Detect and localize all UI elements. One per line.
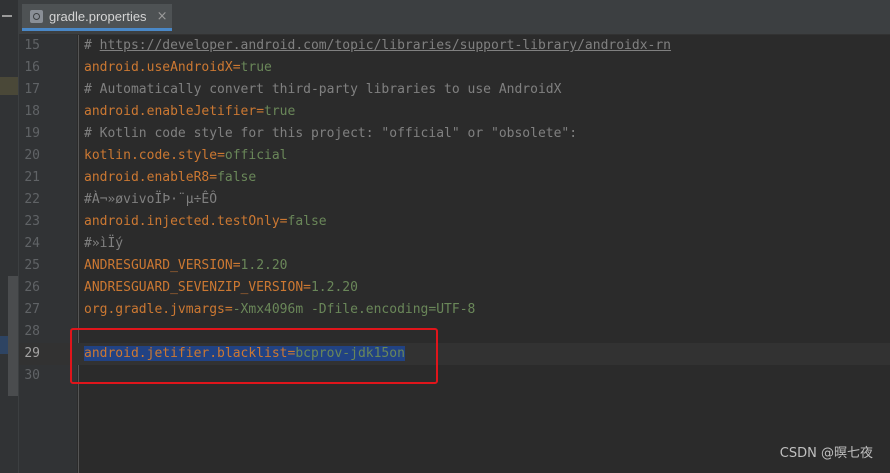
property-equals: =: [209, 170, 218, 185]
property-key: android.useAndroidX: [84, 60, 233, 75]
line-number: 26: [24, 280, 40, 295]
code-text: ANDRESGUARD_VERSION=1.2.20: [84, 255, 288, 277]
property-key: org.gradle.jvmargs: [84, 302, 225, 317]
close-icon[interactable]: ×: [157, 9, 168, 24]
property-key: android.enableR8: [84, 170, 210, 185]
line-number: 30: [24, 368, 40, 383]
code-text: android.enableR8=false: [84, 167, 256, 189]
comment-text: #»ìÏý: [84, 236, 124, 251]
property-value: 1.2.20: [310, 280, 358, 295]
code-line[interactable]: 24 #»ìÏý: [19, 233, 890, 255]
line-number: 22: [24, 192, 40, 207]
code-line[interactable]: 23 android.injected.testOnly=false: [19, 211, 890, 233]
line-number: 28: [24, 324, 40, 339]
property-equals: =: [279, 214, 288, 229]
property-equals: =: [224, 302, 233, 317]
code-line[interactable]: 19 # Kotlin code style for this project:…: [19, 123, 890, 145]
red-highlight-box: [70, 328, 438, 384]
watermark: CSDN @暝七夜: [779, 446, 873, 461]
property-value: official: [224, 148, 288, 163]
code-line[interactable]: 15 # https://developer.android.com/topic…: [19, 35, 890, 57]
line-number: 21: [24, 170, 40, 185]
line-number: 23: [24, 214, 40, 229]
line-number: 16: [24, 60, 40, 75]
property-equals: =: [232, 258, 241, 273]
code-line[interactable]: 16 android.useAndroidX=true: [19, 57, 890, 79]
line-number: 17: [24, 82, 40, 97]
code-line[interactable]: 20 kotlin.code.style=official: [19, 145, 890, 167]
property-value: false: [287, 214, 327, 229]
comment-marker: #: [84, 38, 100, 53]
line-number: 29: [24, 346, 40, 361]
property-equals: =: [303, 280, 311, 295]
property-value: 1.2.20: [240, 258, 288, 273]
code-line[interactable]: 17 # Automatically convert third-party l…: [19, 79, 890, 101]
code-text: # https://developer.android.com/topic/li…: [84, 35, 671, 57]
tab-label: gradle.properties: [49, 8, 147, 24]
property-key: android.injected.testOnly: [84, 214, 280, 229]
comment-text: # Kotlin code style for this project: "o…: [84, 126, 578, 141]
line-number: 24: [24, 236, 40, 251]
property-equals: =: [256, 104, 265, 119]
line-number: 15: [24, 38, 40, 53]
code-text: org.gradle.jvmargs=-Xmx4096m -Dfile.enco…: [84, 299, 475, 321]
property-value: -Xmx4096m -Dfile.encoding=UTF-8: [232, 302, 476, 317]
property-equals: =: [232, 60, 241, 75]
code-line[interactable]: 26 ANDRESGUARD_SEVENZIP_VERSION=1.2.20: [19, 277, 890, 299]
line-number: 25: [24, 258, 40, 273]
property-key: ANDRESGUARD_VERSION: [84, 258, 233, 273]
tab-gradle-properties[interactable]: gradle.properties ×: [22, 4, 172, 31]
code-text: ANDRESGUARD_SEVENZIP_VERSION=1.2.20: [84, 277, 358, 299]
comment-link[interactable]: https://developer.android.com/topic/libr…: [100, 38, 671, 53]
property-key: kotlin.code.style: [84, 148, 218, 163]
comment-text: # Automatically convert third-party libr…: [84, 82, 562, 97]
scrollbar-thumb[interactable]: [8, 276, 18, 396]
editor-tab-bar: gradle.properties ×: [19, 0, 890, 35]
bookmark-marker: [0, 77, 18, 95]
code-line[interactable]: 27 org.gradle.jvmargs=-Xmx4096m -Dfile.e…: [19, 299, 890, 321]
property-value: false: [217, 170, 257, 185]
code-line[interactable]: 25 ANDRESGUARD_VERSION=1.2.20: [19, 255, 890, 277]
line-number: 19: [24, 126, 40, 141]
code-editor[interactable]: 15 # https://developer.android.com/topic…: [19, 35, 890, 473]
code-text: android.enableJetifier=true: [84, 101, 295, 123]
properties-file-icon: [30, 9, 43, 23]
property-value: true: [240, 60, 272, 75]
line-number: 27: [24, 302, 40, 317]
property-equals: =: [217, 148, 225, 163]
property-key: ANDRESGUARD_SEVENZIP_VERSION: [84, 280, 304, 295]
code-text: android.useAndroidX=true: [84, 57, 272, 79]
comment-text: #À¬»øvivoÏÞ·¨µ÷ÊÔ: [84, 192, 218, 207]
menu-dash-icon[interactable]: [2, 15, 12, 17]
code-line[interactable]: 18 android.enableJetifier=true: [19, 101, 890, 123]
line-number: 20: [24, 148, 40, 163]
property-value: true: [264, 104, 296, 119]
code-text: android.injected.testOnly=false: [84, 211, 327, 233]
code-line[interactable]: 22 #À¬»øvivoÏÞ·¨µ÷ÊÔ: [19, 189, 890, 211]
code-text: kotlin.code.style=official: [84, 145, 288, 167]
code-line[interactable]: 21 android.enableR8=false: [19, 167, 890, 189]
line-number: 18: [24, 104, 40, 119]
tool-window-strip: [0, 0, 19, 473]
property-key: android.enableJetifier: [84, 104, 257, 119]
